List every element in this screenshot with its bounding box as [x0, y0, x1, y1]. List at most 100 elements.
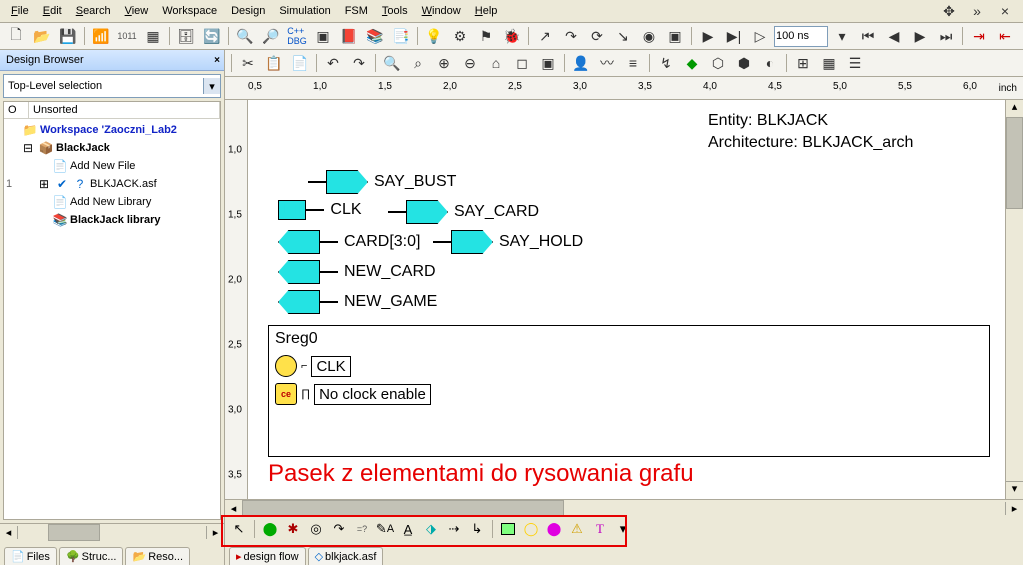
prev-icon[interactable]: ◀ — [882, 24, 906, 48]
move-icon[interactable]: ✥ — [937, 0, 961, 23]
tab-struc[interactable]: 🌳Struc... — [59, 547, 124, 565]
menu-design[interactable]: Design — [224, 3, 272, 19]
tool-c-icon[interactable]: ◐ — [758, 51, 782, 75]
paste-icon[interactable]: 📄 — [288, 51, 312, 75]
step-in-icon[interactable]: ↘ — [611, 24, 635, 48]
menu-tools[interactable]: Tools — [375, 3, 415, 19]
sreg-box[interactable]: Sreg0 ⌐ CLK ce ∏ No clock enable — [268, 325, 990, 457]
col-unsorted[interactable]: Unsorted — [29, 102, 220, 118]
port-say-bust[interactable]: SAY_BUST — [308, 170, 456, 194]
undo-icon[interactable]: ↶ — [321, 51, 345, 75]
next-icon[interactable]: ▶ — [908, 24, 932, 48]
col-o[interactable]: O — [4, 102, 29, 118]
binary-icon[interactable]: 1011 — [115, 24, 139, 48]
zoom-in-icon[interactable]: ⊕ — [432, 51, 456, 75]
tree-workspace[interactable]: 📁 Workspace 'Zaoczni_Lab2 — [6, 121, 218, 139]
zoom-sel-icon[interactable]: ◻ — [510, 51, 534, 75]
menu-help[interactable]: Help — [468, 3, 505, 19]
menu-simulation[interactable]: Simulation — [272, 3, 337, 19]
bulb-icon[interactable]: 💡 — [422, 24, 446, 48]
connect-icon[interactable]: ◆ — [680, 51, 704, 75]
tree-add-library[interactable]: 📄 Add New Library — [6, 193, 218, 211]
step-over-icon[interactable]: ↷ — [559, 24, 583, 48]
port-new-card[interactable]: NEW_CARD — [278, 260, 436, 284]
menu-file[interactable]: File — [4, 3, 36, 19]
notes-icon[interactable]: 📑 — [389, 24, 413, 48]
tool-b-icon[interactable]: ⬢ — [732, 51, 756, 75]
menu-window[interactable]: Window — [415, 3, 468, 19]
flag-icon[interactable]: ⚑ — [474, 24, 498, 48]
table-icon[interactable]: ▦ — [141, 24, 165, 48]
v-scrollbar[interactable]: ▴ ▾ — [1005, 100, 1023, 499]
wave-icon[interactable]: 📶 — [89, 24, 113, 48]
breakpoint-icon[interactable]: ◉ — [637, 24, 661, 48]
tree-add-file[interactable]: 📄 Add New File — [6, 157, 218, 175]
bus-icon[interactable]: ≡ — [621, 51, 645, 75]
member-icon[interactable]: 👤 — [569, 51, 593, 75]
dropdown-icon[interactable]: ▾ — [830, 24, 854, 48]
gear-icon[interactable]: ⚙ — [448, 24, 472, 48]
zoom-fit-icon[interactable]: ⌕ — [406, 51, 430, 75]
combo-dropdown-icon[interactable]: ▾ — [203, 78, 220, 94]
menu-search[interactable]: Search — [69, 3, 118, 19]
zoom-out-icon[interactable]: ⊖ — [458, 51, 482, 75]
run-icon[interactable]: ▷ — [748, 24, 772, 48]
canvas[interactable]: Entity: BLKJACK Architecture: BLKJACK_ar… — [248, 100, 1005, 499]
wire-icon[interactable]: ↯ — [654, 51, 678, 75]
port-say-card[interactable]: SAY_CARD — [388, 200, 539, 224]
cut-icon[interactable]: ✂ — [236, 51, 260, 75]
collapse-icon[interactable]: ⊟ — [20, 140, 36, 156]
expand-icon[interactable]: ⊞ — [36, 176, 52, 192]
find-icon[interactable]: 🔍 — [233, 24, 257, 48]
snap-icon[interactable]: ▦ — [817, 51, 841, 75]
zoom-icon[interactable]: 🔎 — [259, 24, 283, 48]
first-icon[interactable]: ⏮ — [856, 24, 880, 48]
zoom-area-icon[interactable]: ▣ — [536, 51, 560, 75]
close-icon[interactable]: × — [993, 0, 1017, 23]
book-icon[interactable]: 📕 — [337, 24, 361, 48]
tab-blkjack[interactable]: ◇blkjack.asf — [308, 547, 384, 565]
tree-asf-file[interactable]: 1 ⊞ ✔ ? BLKJACK.asf — [6, 175, 218, 193]
zoom-all-icon[interactable]: ⌂ — [484, 51, 508, 75]
trace-in-icon[interactable]: ⇥ — [967, 24, 991, 48]
chip-icon[interactable]: ▣ — [311, 24, 335, 48]
tree-project[interactable]: ⊟ 📦 BlackJack — [6, 139, 218, 157]
tab-reso[interactable]: 📂Reso... — [125, 547, 190, 565]
port-say-hold[interactable]: SAY_HOLD — [433, 230, 583, 254]
signal-icon[interactable]: 〰 — [595, 51, 619, 75]
panel-title[interactable]: Design Browser × — [0, 50, 224, 71]
tree-library[interactable]: 📚 BlackJack library — [6, 211, 218, 229]
new-icon[interactable]: 🗋 — [4, 24, 28, 48]
last-icon[interactable]: ⏭ — [934, 24, 958, 48]
open-icon[interactable]: 📂 — [30, 24, 54, 48]
left-hscroll[interactable]: ◂ ▸ — [0, 523, 224, 541]
menu-edit[interactable]: Edit — [36, 3, 69, 19]
panel-close-icon[interactable]: × — [214, 55, 220, 66]
cpp-dbg-icon[interactable]: C++DBG — [285, 24, 309, 48]
save-icon[interactable]: 💾 — [56, 24, 80, 48]
play-icon[interactable]: ▶ — [696, 24, 720, 48]
skip-icon[interactable]: ▶| — [722, 24, 746, 48]
menu-fsm[interactable]: FSM — [338, 3, 375, 19]
search-icon[interactable]: 🔍 — [380, 51, 404, 75]
port-clk[interactable]: ⎍⎍ CLK — [278, 200, 362, 220]
grid-icon[interactable]: ⊞ — [791, 51, 815, 75]
stop-icon[interactable]: ▣ — [663, 24, 687, 48]
port-new-game[interactable]: NEW_GAME — [278, 290, 437, 314]
bug-icon[interactable]: 🐞 — [500, 24, 524, 48]
layers-icon[interactable]: ☰ — [843, 51, 867, 75]
restart-icon[interactable]: ⟳ — [585, 24, 609, 48]
refresh-icon[interactable]: 🔄 — [200, 24, 224, 48]
menu-view[interactable]: View — [118, 3, 156, 19]
port-card[interactable]: CARD[3:0] — [278, 230, 420, 254]
trace-out-icon[interactable]: ⇤ — [993, 24, 1017, 48]
tab-design-flow[interactable]: ▸design flow — [229, 547, 306, 565]
db-icon[interactable]: 🗄 — [174, 24, 198, 48]
chevron-right-icon[interactable]: » — [965, 0, 989, 23]
top-level-combo[interactable]: Top-Level selection ▾ — [3, 74, 221, 98]
redo-icon[interactable]: ↷ — [347, 51, 371, 75]
tree-view[interactable]: O Unsorted 📁 Workspace 'Zaoczni_Lab2 ⊟ 📦… — [3, 101, 221, 520]
tab-files[interactable]: 📄Files — [4, 547, 57, 565]
time-input[interactable] — [774, 26, 828, 47]
menu-workspace[interactable]: Workspace — [155, 3, 224, 19]
